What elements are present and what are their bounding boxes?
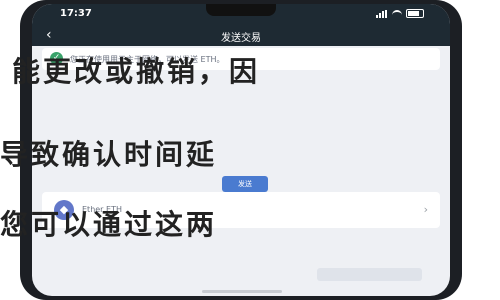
signal-icon [376, 9, 388, 18]
nav-bar: ‹ 发送交易 [32, 24, 450, 46]
status-time: 17:37 [60, 8, 92, 19]
overlay-text-line-2: 导致确认时间延 [0, 138, 218, 171]
status-icons [376, 9, 424, 18]
home-indicator [202, 290, 282, 293]
page-title: 发送交易 [221, 33, 261, 44]
bottom-action-button[interactable] [317, 268, 422, 281]
battery-icon [406, 9, 424, 18]
overlay-text-line-3: 您可以通过这两 [0, 208, 218, 241]
send-button[interactable]: 发送 [222, 176, 268, 192]
wifi-icon [392, 9, 402, 18]
overlay-text-line-1: 能更改或撤销，因 [12, 55, 261, 88]
notch [206, 4, 276, 16]
status-bar: 17:37 [32, 4, 450, 24]
